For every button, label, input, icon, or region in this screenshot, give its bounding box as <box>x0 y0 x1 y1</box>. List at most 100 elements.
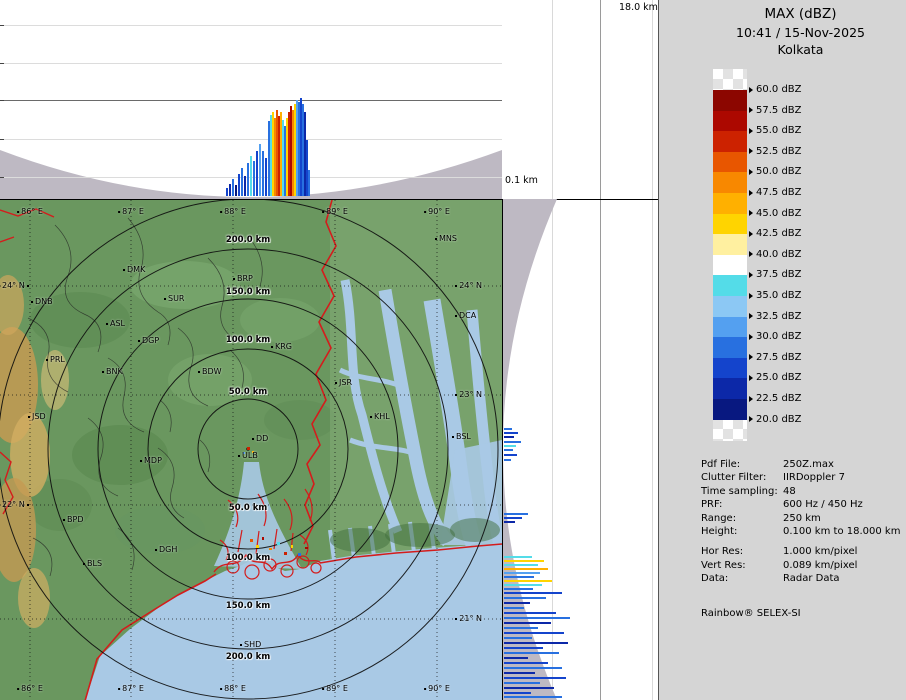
scale-label: 52.5 dBZ <box>749 146 802 157</box>
scale-label: 22.5 dBZ <box>749 393 802 404</box>
echo-cell <box>504 687 554 689</box>
map-panel: DMKBRPSURDNBASLDGPKRGPRLBNKBDWJSRJSDKHLD… <box>0 199 503 700</box>
legend-scale-labels: 60.0 dBZ57.5 dBZ55.0 dBZ52.5 dBZ50.0 dBZ… <box>659 0 906 460</box>
echo-cell <box>504 652 559 654</box>
scale-label: 32.5 dBZ <box>749 311 802 322</box>
legend-info: Pdf File:250Z.maxClutter Filter:IIRDoppl… <box>701 458 902 586</box>
legend-panel: MAX (dBZ) 10:41 / 15-Nov-2025 Kolkata 60… <box>658 0 906 700</box>
echo-cell <box>504 459 511 461</box>
echo-cell <box>504 556 532 558</box>
info-row: Range:250 km <box>701 512 902 525</box>
echo-cell <box>504 602 530 604</box>
echo-cell <box>504 662 548 664</box>
echo-cell <box>504 441 521 443</box>
echo-cell <box>504 657 528 659</box>
echo-cell <box>241 168 243 196</box>
echo-cell <box>250 156 252 196</box>
scale-tick-arrow-icon <box>749 231 753 237</box>
scale-tick-arrow-icon <box>749 313 753 319</box>
echo-cell <box>259 144 261 196</box>
scale-label: 42.5 dBZ <box>749 228 802 239</box>
scale-tick-arrow-icon <box>749 396 753 402</box>
scale-tick-arrow-icon <box>749 210 753 216</box>
echo-cell <box>504 513 528 515</box>
range-ring-label: 200.0 km <box>226 235 270 245</box>
echo-cell <box>504 597 546 599</box>
range-ring-label: 50.0 km <box>229 503 267 513</box>
echo-cell <box>504 588 533 590</box>
echo-cell <box>262 151 264 196</box>
scale-label: 20.0 dBZ <box>749 414 802 425</box>
range-ring-label: 100.0 km <box>226 553 270 563</box>
scale-label: 27.5 dBZ <box>749 352 802 363</box>
radar-max-product: DMKBRPSURDNBASLDGPKRGPRLBNKBDWJSRJSDKHLD… <box>0 0 906 700</box>
echo-cell <box>504 445 516 447</box>
echo-cell <box>256 151 258 196</box>
scale-tick-arrow-icon <box>749 169 753 175</box>
echo-cell <box>247 163 249 196</box>
info-row: Vert Res:0.089 km/pixel <box>701 559 902 572</box>
echo-cell <box>504 622 551 624</box>
top-height-profile-panel <box>0 0 502 199</box>
scale-tick-arrow-icon <box>749 375 753 381</box>
range-labels: 200.0 km150.0 km100.0 km50.0 km50.0 km10… <box>0 200 502 700</box>
scale-tick-arrow-icon <box>749 334 753 340</box>
scale-label: 55.0 dBZ <box>749 125 802 136</box>
scale-label: 30.0 dBZ <box>749 331 802 342</box>
echo-cell <box>504 692 531 694</box>
echo-cell <box>504 632 564 634</box>
scale-tick-arrow-icon <box>749 272 753 278</box>
info-row: Hor Res:1.000 km/pixel <box>701 545 902 558</box>
echo-cell <box>504 617 570 619</box>
scale-label: 45.0 dBZ <box>749 208 802 219</box>
echo-cell <box>504 682 540 684</box>
range-ring-label: 150.0 km <box>226 601 270 611</box>
echo-cell <box>253 161 255 196</box>
scale-tick-arrow-icon <box>749 416 753 422</box>
echo-cell <box>504 607 524 609</box>
range-ring-label: 150.0 km <box>226 287 270 297</box>
scale-tick-arrow-icon <box>749 128 753 134</box>
scale-label: 47.5 dBZ <box>749 187 802 198</box>
side-height-profile-panel: 18.0 km 0.1 km <box>503 0 658 700</box>
echo-cell <box>504 517 522 519</box>
echo-cell <box>504 672 535 674</box>
scale-tick-arrow-icon <box>749 251 753 257</box>
echo-cell <box>504 568 548 570</box>
info-row: Clutter Filter:IIRDoppler 7 <box>701 471 902 484</box>
echo-cell <box>504 642 568 644</box>
echo-cell <box>229 184 231 196</box>
range-ring-label: 200.0 km <box>226 652 270 662</box>
echo-cell <box>504 612 556 614</box>
echo-cell <box>265 158 267 196</box>
echo-cell <box>244 176 246 196</box>
echo-cell <box>504 521 515 523</box>
scale-tick-arrow-icon <box>749 87 753 93</box>
scale-tick-arrow-icon <box>749 354 753 360</box>
echo-cell <box>504 454 517 456</box>
echo-cell <box>504 667 562 669</box>
info-row: Time sampling:48 <box>701 485 902 498</box>
echo-cell <box>504 647 543 649</box>
echo-cell <box>504 432 518 434</box>
software-brand: Rainbow® SELEX-SI <box>701 608 801 619</box>
echo-cell <box>504 560 544 562</box>
echo-cell <box>504 580 552 582</box>
echo-cell <box>226 188 228 196</box>
scale-tick-arrow-icon <box>749 148 753 154</box>
scale-label: 25.0 dBZ <box>749 372 802 383</box>
height-axis-max-label: 18.0 km <box>619 2 658 13</box>
side-profile-echoes <box>503 0 658 700</box>
echo-cell <box>504 677 566 679</box>
echo-cell <box>504 436 514 438</box>
info-row: Pdf File:250Z.max <box>701 458 902 471</box>
range-ring-label: 100.0 km <box>226 335 270 345</box>
echo-cell <box>308 170 310 196</box>
scale-label: 60.0 dBZ <box>749 84 802 95</box>
scale-label: 35.0 dBZ <box>749 290 802 301</box>
info-row: PRF:600 Hz / 450 Hz <box>701 498 902 511</box>
top-profile-echoes <box>0 0 502 199</box>
scale-label: 37.5 dBZ <box>749 269 802 280</box>
scale-tick-arrow-icon <box>749 107 753 113</box>
echo-cell <box>504 572 540 574</box>
